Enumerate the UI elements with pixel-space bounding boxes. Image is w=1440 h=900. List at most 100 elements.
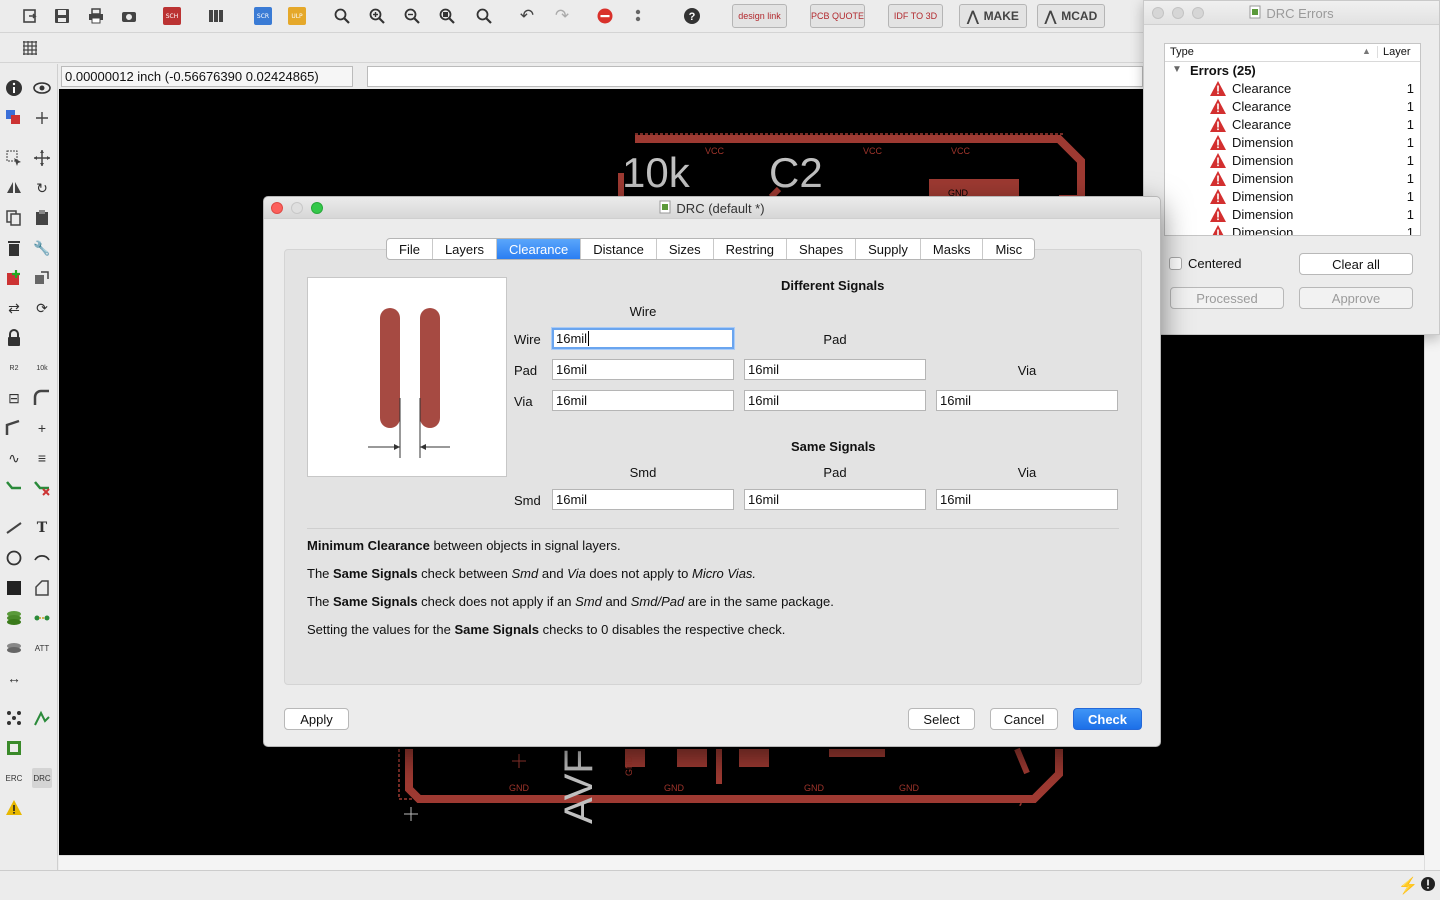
error-row[interactable]: Dimension 1	[1165, 170, 1420, 188]
signal-icon[interactable]	[32, 608, 52, 628]
scr-icon[interactable]: SCR	[254, 7, 272, 25]
select-icon[interactable]	[4, 148, 24, 168]
idf-to-3d-button[interactable]: IDF TO 3D	[888, 4, 943, 28]
error-row[interactable]: Clearance 1	[1165, 98, 1420, 116]
erc-icon[interactable]: ERC	[4, 768, 24, 788]
error-row[interactable]: Dimension 1	[1165, 188, 1420, 206]
split-icon[interactable]	[4, 418, 24, 438]
wrench-icon[interactable]: 🔧	[32, 238, 52, 258]
disclosure-triangle-icon[interactable]: ▼	[1172, 64, 1182, 75]
zoom-in-icon[interactable]	[365, 5, 389, 27]
design-link-button[interactable]: design link	[732, 4, 787, 28]
ripup-icon[interactable]	[32, 478, 52, 498]
camera-icon[interactable]	[117, 5, 141, 27]
rect-icon[interactable]	[4, 578, 24, 598]
clear-all-button[interactable]: Clear all	[1299, 253, 1413, 275]
sch-brd-icon[interactable]: SCH	[163, 7, 181, 25]
name-icon[interactable]: R2	[4, 358, 24, 378]
meander-icon[interactable]: ∿	[4, 448, 24, 468]
tab-shapes[interactable]: Shapes	[787, 239, 857, 259]
zoom-select-icon[interactable]	[435, 5, 459, 27]
tab-restring[interactable]: Restring	[714, 239, 788, 259]
add-icon[interactable]	[4, 268, 24, 288]
zoom-out-icon[interactable]	[400, 5, 424, 27]
value-icon[interactable]: 10k	[32, 358, 52, 378]
vertical-scrollbar[interactable]	[1424, 335, 1440, 870]
tab-masks[interactable]: Masks	[921, 239, 984, 259]
info-icon[interactable]	[4, 78, 24, 98]
centered-checkbox[interactable]	[1169, 257, 1182, 270]
grid-icon[interactable]	[18, 37, 42, 59]
make-button[interactable]: ⋀ MAKE	[959, 4, 1027, 28]
help-icon[interactable]: ?	[680, 5, 704, 27]
miter-icon[interactable]	[32, 388, 52, 408]
smd-pad-input[interactable]: 16mil	[744, 489, 926, 510]
errors-group[interactable]: ▼ Errors (25)	[1165, 62, 1420, 80]
circle-icon[interactable]	[4, 548, 24, 568]
paste-icon[interactable]	[32, 208, 52, 228]
attribute-icon[interactable]: ATT	[32, 638, 52, 658]
error-row[interactable]: Dimension 1	[1165, 224, 1420, 235]
select-button[interactable]: Select	[908, 708, 975, 730]
check-button[interactable]: Check	[1073, 708, 1142, 730]
stop-icon[interactable]	[593, 5, 617, 27]
mcad-button[interactable]: ⋀ MCAD	[1037, 4, 1105, 28]
pad-wire-input[interactable]: 16mil	[552, 359, 734, 380]
lock-dropdown-icon[interactable]: ⟳	[32, 298, 52, 318]
tab-clearance[interactable]: Clearance	[496, 239, 582, 259]
text-icon[interactable]: T	[32, 518, 52, 538]
approve-button[interactable]: Approve	[1299, 287, 1413, 309]
horizontal-scrollbar[interactable]	[59, 855, 1424, 870]
move-icon[interactable]	[32, 148, 52, 168]
tab-supply[interactable]: Supply	[856, 239, 921, 259]
mark-icon[interactable]	[32, 108, 52, 128]
redo-icon[interactable]: ↷	[550, 5, 574, 27]
command-line-input[interactable]	[367, 66, 1143, 87]
processed-button[interactable]: Processed	[1170, 287, 1284, 309]
replace-icon[interactable]	[32, 268, 52, 288]
arc-icon[interactable]	[32, 548, 52, 568]
pcb-quote-button[interactable]: PCB QUOTE	[810, 4, 865, 28]
smd-smd-input[interactable]: 16mil	[552, 489, 734, 510]
tab-layers[interactable]: Layers	[433, 239, 497, 259]
error-row[interactable]: Dimension 1	[1165, 206, 1420, 224]
ratsnest-icon[interactable]	[4, 708, 24, 728]
column-type[interactable]: Type	[1170, 46, 1194, 58]
autorouter-icon[interactable]	[32, 708, 52, 728]
zoom-dropdown-icon[interactable]	[472, 5, 496, 27]
via-wire-input[interactable]: 16mil	[552, 390, 734, 411]
eye-icon[interactable]	[32, 78, 52, 98]
zoom-fit-icon[interactable]	[330, 5, 354, 27]
errors-list[interactable]: Type ▲ Layer ▼ Errors (25) Clearance 1 Cle…	[1164, 43, 1421, 236]
smd-via-input[interactable]: 16mil	[936, 489, 1118, 510]
via-pad-input[interactable]: 16mil	[744, 390, 926, 411]
error-row[interactable]: Clearance 1	[1165, 116, 1420, 134]
bus-icon[interactable]: ≡	[32, 448, 52, 468]
layer-settings-icon[interactable]	[4, 108, 24, 128]
swap-icon[interactable]: ⇄	[4, 298, 24, 318]
dimension-icon[interactable]: ↔	[4, 668, 24, 688]
print-icon[interactable]	[84, 5, 108, 27]
hole-icon[interactable]	[4, 638, 24, 658]
tab-sizes[interactable]: Sizes	[657, 239, 714, 259]
column-layer[interactable]: Layer	[1377, 46, 1411, 58]
library-icon[interactable]	[204, 5, 228, 27]
tab-misc[interactable]: Misc	[983, 239, 1034, 259]
mirror-icon[interactable]	[4, 178, 24, 198]
tab-distance[interactable]: Distance	[581, 239, 657, 259]
copy-icon[interactable]	[4, 208, 24, 228]
wire-icon[interactable]	[4, 518, 24, 538]
warning-icon[interactable]	[4, 798, 24, 818]
apply-button[interactable]: Apply	[284, 708, 349, 730]
board-icon[interactable]	[4, 738, 24, 758]
ulp-icon[interactable]: ULP	[288, 7, 306, 25]
cancel-button[interactable]: Cancel	[990, 708, 1058, 730]
error-row[interactable]: Clearance 1	[1165, 80, 1420, 98]
via-icon[interactable]	[4, 608, 24, 628]
smash-icon[interactable]: ⊟	[4, 388, 24, 408]
dots-icon[interactable]	[626, 5, 650, 27]
drc-icon[interactable]: DRC	[32, 768, 52, 788]
lock-icon[interactable]	[4, 328, 24, 348]
tab-file[interactable]: File	[387, 239, 433, 259]
via-via-input[interactable]: 16mil	[936, 390, 1118, 411]
